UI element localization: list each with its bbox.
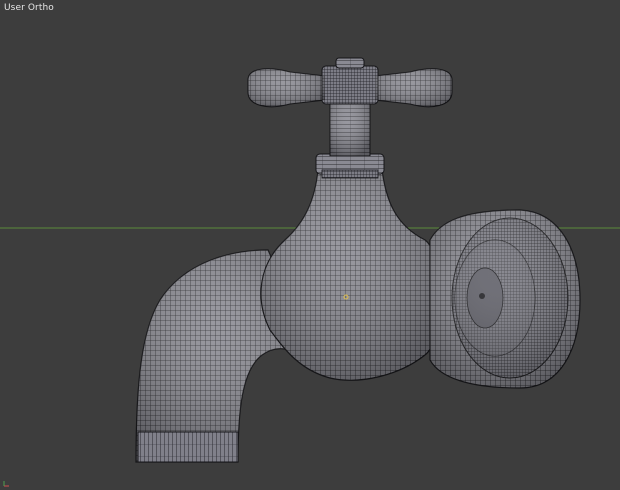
faucet-collar[interactable] [315,153,385,179]
faucet-body[interactable] [260,169,441,381]
faucet-handle[interactable] [247,57,453,108]
faucet-hose-connector[interactable] [429,209,581,389]
viewport-scene[interactable] [0,0,620,490]
axis-gizmo-icon [3,481,9,487]
3d-viewport[interactable]: User Ortho [0,0,620,490]
faucet-stem[interactable] [329,99,371,157]
